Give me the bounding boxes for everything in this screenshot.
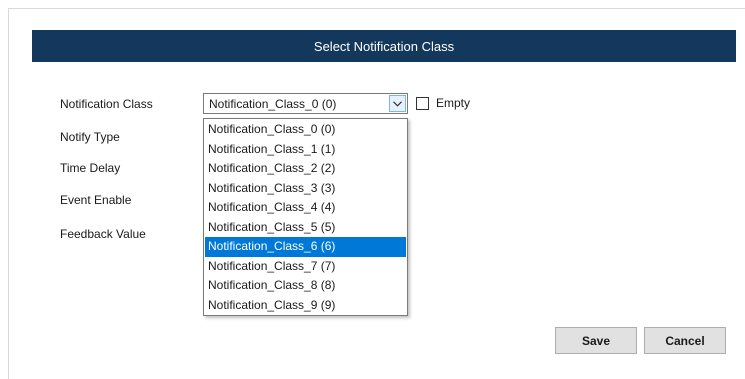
dialog-title: Select Notification Class	[313, 38, 455, 54]
dropdown-option[interactable]: Notification_Class_0 (0)	[205, 120, 406, 140]
dropdown-option[interactable]: Notification_Class_1 (1)	[205, 140, 406, 160]
empty-checkbox-label[interactable]: Empty	[436, 96, 470, 110]
notify-type-label: Notify Type	[60, 130, 120, 144]
event-enable-label: Event Enable	[60, 193, 132, 207]
dialog-border-left	[8, 8, 9, 379]
dropdown-option[interactable]: Notification_Class_5 (5)	[205, 218, 406, 238]
dialog-border-top	[8, 8, 745, 9]
dropdown-option-highlighted[interactable]: Notification_Class_6 (6)	[205, 237, 406, 257]
dropdown-option[interactable]: Notification_Class_4 (4)	[205, 198, 406, 218]
combobox-value: Notification_Class_0 (0)	[209, 97, 337, 111]
dropdown-option[interactable]: Notification_Class_2 (2)	[205, 159, 406, 179]
feedback-value-label: Feedback Value	[60, 227, 146, 241]
combobox-dropdown-button[interactable]	[389, 95, 406, 112]
dropdown-option[interactable]: Notification_Class_7 (7)	[205, 257, 406, 277]
save-button[interactable]: Save	[555, 327, 637, 354]
time-delay-label: Time Delay	[60, 161, 121, 175]
notification-class-combobox[interactable]: Notification_Class_0 (0)	[203, 93, 408, 114]
notification-class-label: Notification Class	[60, 97, 153, 111]
dropdown-option[interactable]: Notification_Class_9 (9)	[205, 296, 406, 316]
notification-class-dropdown-list[interactable]: Notification_Class_0 (0) Notification_Cl…	[203, 118, 408, 316]
dropdown-option[interactable]: Notification_Class_8 (8)	[205, 276, 406, 296]
dropdown-option[interactable]: Notification_Class_3 (3)	[205, 179, 406, 199]
empty-checkbox[interactable]	[416, 97, 429, 110]
cancel-button[interactable]: Cancel	[644, 327, 726, 354]
dialog-header: Select Notification Class	[32, 30, 736, 62]
chevron-down-icon	[393, 100, 402, 107]
